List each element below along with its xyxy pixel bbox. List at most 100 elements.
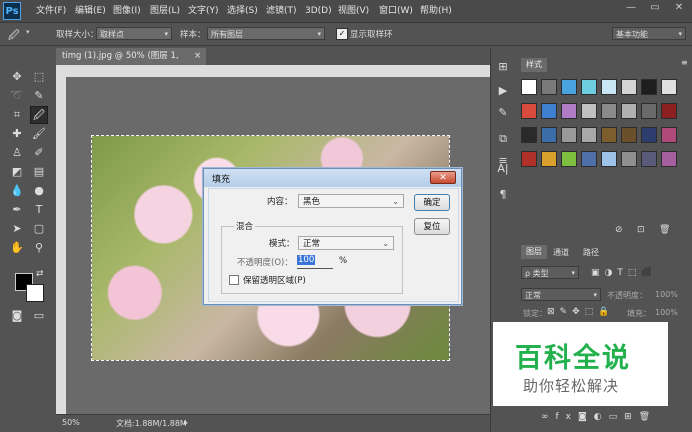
style-swatch[interactable] <box>521 103 537 119</box>
lasso-tool-icon[interactable]: ➰ <box>8 87 26 105</box>
status-menu-icon[interactable]: ▸ <box>184 418 188 427</box>
background-color-swatch[interactable] <box>26 284 44 302</box>
history-panel-icon[interactable]: ⊞ <box>494 58 512 76</box>
paragraph-panel-icon[interactable]: ¶ <box>494 186 512 204</box>
panel-menu-icon[interactable]: ≡ <box>681 58 688 67</box>
style-swatch[interactable] <box>621 127 637 143</box>
style-swatch[interactable] <box>641 127 657 143</box>
pen-tool-icon[interactable]: ✒ <box>8 201 26 219</box>
close-tab-icon[interactable]: × <box>194 48 201 65</box>
layer-filter-icons[interactable]: ▣◑T⬚⬛ <box>591 268 658 278</box>
blend-mode-select[interactable]: 正常 ▾ <box>521 288 601 301</box>
character-panel-icon[interactable]: A| <box>494 160 512 178</box>
zoom-tool-icon[interactable]: ⚲ <box>30 239 48 257</box>
minimize-button[interactable]: — <box>620 0 642 16</box>
type-tool-icon[interactable]: T <box>30 201 48 219</box>
move-tool-icon[interactable]: ✥ <box>8 68 26 86</box>
layer-filter-select[interactable]: ρ 类型 ▾ <box>521 266 579 279</box>
history-brush-tool-icon[interactable]: ✐ <box>30 144 48 162</box>
delete-style-icon[interactable]: 🗑 <box>659 225 670 235</box>
style-swatch[interactable] <box>601 127 617 143</box>
style-swatch[interactable] <box>521 79 537 95</box>
style-swatch[interactable] <box>641 79 657 95</box>
opacity-input[interactable]: 100 <box>297 255 333 269</box>
crop-tool-icon[interactable]: ⌗ <box>8 106 26 124</box>
path-select-tool-icon[interactable]: ➤ <box>8 220 26 238</box>
style-swatch[interactable] <box>621 103 637 119</box>
eyedropper-tool-icon[interactable]: 🖉 <box>30 106 48 124</box>
new-style-icon[interactable]: ⊡ <box>637 225 645 235</box>
hand-tool-icon[interactable]: ✋ <box>8 239 26 257</box>
preserve-transparency-checkbox[interactable] <box>229 275 239 285</box>
style-swatch[interactable] <box>541 79 557 95</box>
style-swatch[interactable] <box>581 151 597 167</box>
style-swatch[interactable] <box>641 151 657 167</box>
style-swatch[interactable] <box>561 103 577 119</box>
style-swatch[interactable] <box>581 79 597 95</box>
menu-file[interactable]: 文件(F) <box>36 4 66 18</box>
style-swatch[interactable] <box>621 151 637 167</box>
style-swatch[interactable] <box>661 79 677 95</box>
style-swatch[interactable] <box>601 79 617 95</box>
style-swatch[interactable] <box>541 127 557 143</box>
style-swatch[interactable] <box>521 151 537 167</box>
fill-value[interactable]: 100% <box>655 308 678 317</box>
clone-source-panel-icon[interactable]: ⧉ <box>494 130 512 148</box>
quick-mask-icon[interactable]: ◙ <box>8 307 26 325</box>
style-swatch[interactable] <box>601 103 617 119</box>
layer-opacity-value[interactable]: 100% <box>655 290 678 299</box>
style-swatch[interactable] <box>561 151 577 167</box>
dodge-tool-icon[interactable]: ● <box>30 182 48 200</box>
tool-preset-chevron-icon[interactable]: ▾ <box>26 28 30 36</box>
tab-paths[interactable]: 路径 <box>583 247 599 258</box>
brush-tool-icon[interactable]: 🖌 <box>30 125 48 143</box>
style-swatch[interactable] <box>581 103 597 119</box>
menu-view[interactable]: 视图(V) <box>338 4 369 18</box>
mode-select[interactable]: 正常 ⌄ <box>298 236 394 250</box>
tab-layers[interactable]: 图层 <box>521 245 547 259</box>
style-swatch[interactable] <box>661 103 677 119</box>
workspace-select[interactable]: 基本功能 ▾ <box>612 27 686 40</box>
tab-styles[interactable]: 样式 <box>521 58 547 72</box>
restore-button[interactable]: ▭ <box>644 0 666 16</box>
style-swatch[interactable] <box>541 103 557 119</box>
blur-tool-icon[interactable]: 💧 <box>8 182 26 200</box>
healing-tool-icon[interactable]: ✚ <box>8 125 26 143</box>
style-swatch[interactable] <box>561 79 577 95</box>
menu-window[interactable]: 窗口(W) <box>379 4 413 18</box>
menu-edit[interactable]: 编辑(E) <box>75 4 106 18</box>
marquee-tool-icon[interactable]: ⬚ <box>30 68 48 86</box>
tab-channels[interactable]: 通道 <box>553 247 569 258</box>
show-ring-checkbox[interactable]: ✓ <box>336 28 348 40</box>
content-select[interactable]: 黑色 ⌄ <box>298 194 404 208</box>
brush-panel-icon[interactable]: ✎ <box>494 104 512 122</box>
style-swatch[interactable] <box>561 127 577 143</box>
menu-image[interactable]: 图像(I) <box>113 4 141 18</box>
sample-select[interactable]: 所有图层 ▾ <box>207 27 325 40</box>
style-swatch[interactable] <box>601 151 617 167</box>
style-swatch[interactable] <box>581 127 597 143</box>
actions-panel-icon[interactable]: ▶ <box>494 82 512 100</box>
menu-select[interactable]: 选择(S) <box>227 4 258 18</box>
dialog-close-button[interactable]: ✕ <box>430 171 456 184</box>
eraser-tool-icon[interactable]: ◩ <box>8 163 26 181</box>
style-swatch[interactable] <box>521 127 537 143</box>
reset-button[interactable]: 复位 <box>414 218 450 235</box>
menu-layer[interactable]: 图层(L) <box>150 4 180 18</box>
quick-select-tool-icon[interactable]: ✎ <box>30 87 48 105</box>
style-swatch[interactable] <box>621 79 637 95</box>
eyedropper-icon[interactable]: 🖉 <box>8 27 20 46</box>
ok-button[interactable]: 确定 <box>414 194 450 211</box>
style-swatch[interactable] <box>641 103 657 119</box>
gradient-tool-icon[interactable]: ▤ <box>30 163 48 181</box>
lock-icons[interactable]: ⊠✎✥⬚🔒 <box>547 307 614 317</box>
menu-help[interactable]: 帮助(H) <box>420 4 452 18</box>
menu-3d[interactable]: 3D(D) <box>305 4 332 18</box>
dialog-titlebar[interactable]: 填充 ✕ <box>204 169 461 187</box>
clear-style-icon[interactable]: ⊘ <box>615 225 623 235</box>
stamp-tool-icon[interactable]: ♙ <box>8 144 26 162</box>
style-swatch[interactable] <box>661 127 677 143</box>
sample-size-select[interactable]: 取样点 ▾ <box>96 27 172 40</box>
swap-colors-icon[interactable]: ⇄ <box>36 269 44 279</box>
screen-mode-icon[interactable]: ▭ <box>30 307 48 325</box>
